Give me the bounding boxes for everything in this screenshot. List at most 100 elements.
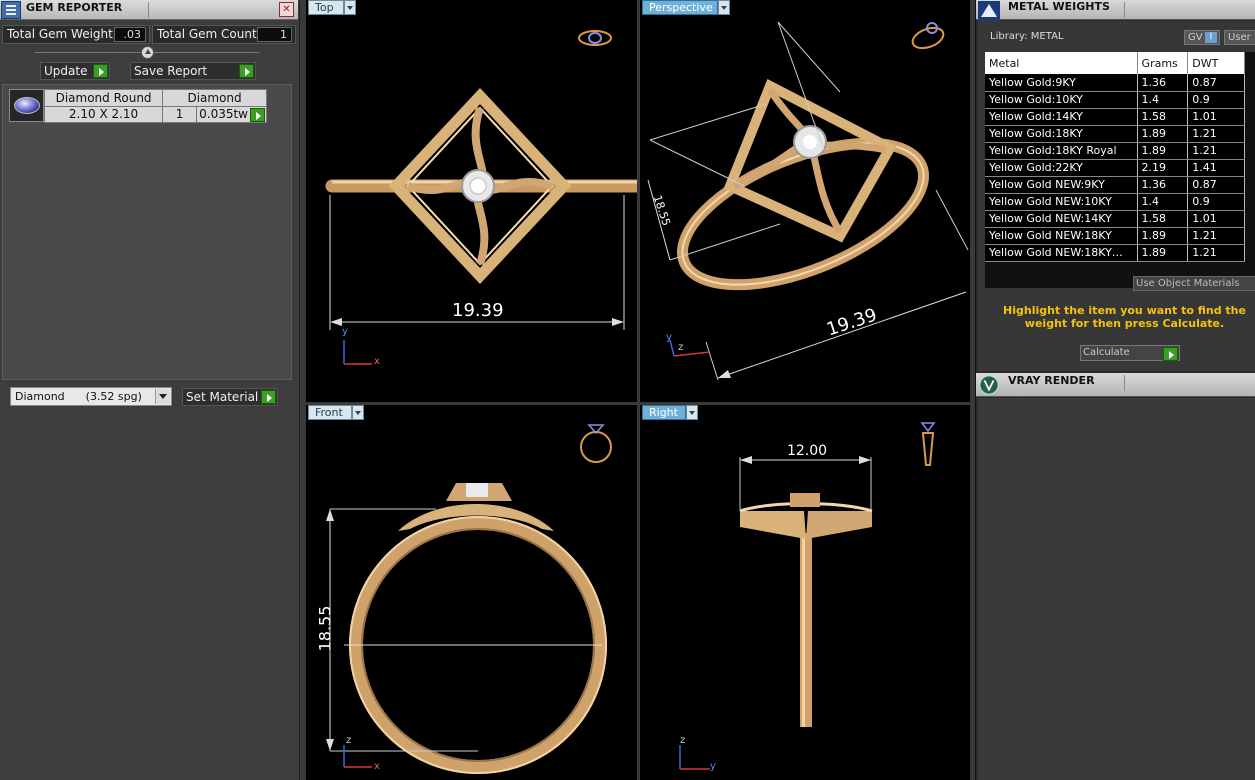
column-header-dwt[interactable]: DWT <box>1187 52 1245 74</box>
table-row[interactable]: Yellow Gold NEW:9KY 1.36 0.87 <box>985 176 1245 194</box>
header-divider <box>1124 375 1125 391</box>
perspective-view-render <box>647 21 969 381</box>
dwt-cell: 1.01 <box>1187 210 1245 228</box>
gv-toggle[interactable]: GV I <box>1184 30 1220 45</box>
dwt-cell: 1.01 <box>1187 108 1245 126</box>
vray-render-body <box>978 398 1255 780</box>
metal-cell: Yellow Gold:22KY <box>985 159 1138 177</box>
viewport-perspective[interactable]: Perspective 19.39 18.55 y z <box>640 0 970 402</box>
metal-table: Metal Grams DWT Yellow Gold:9KY 1.36 0.87 … <box>985 52 1255 288</box>
grams-cell: 1.89 <box>1137 125 1189 143</box>
column-header-grams[interactable]: Grams <box>1137 52 1189 74</box>
table-row[interactable]: Yellow Gold NEW:18KY 1.89 1.21 <box>985 227 1245 245</box>
viewport-top[interactable]: Top 19.39 y x <box>306 0 637 402</box>
chevron-down-icon[interactable] <box>686 405 698 420</box>
gem-thumbnail[interactable] <box>9 89 44 122</box>
total-gem-count-field[interactable]: 1 <box>257 27 292 42</box>
table-row[interactable]: Yellow Gold:18KY Royal 1.89 1.21 <box>985 142 1245 160</box>
update-label: Update <box>44 64 88 78</box>
axis-z-label: z <box>678 342 684 353</box>
library-label: Library: METAL <box>990 31 1064 42</box>
play-icon[interactable] <box>250 107 265 122</box>
grams-cell: 1.89 <box>1137 142 1189 160</box>
use-object-materials-toggle[interactable]: Use Object Materials <box>1133 276 1255 291</box>
dwt-cell: 1.21 <box>1187 244 1245 262</box>
axis-z-label: z <box>346 735 352 746</box>
dwt-cell: 0.87 <box>1187 74 1245 92</box>
right-view-render <box>679 422 936 770</box>
calculate-button[interactable]: Calculate <box>1080 345 1180 361</box>
table-row[interactable]: Yellow Gold:10KY 1.4 0.9 <box>985 91 1245 109</box>
tab-right[interactable]: Right <box>642 405 686 420</box>
gem-type-cell: Diamond <box>162 89 267 107</box>
save-report-button[interactable]: Save Report <box>130 62 256 80</box>
right-width-dimension: 12.00 <box>787 443 828 459</box>
table-row[interactable]: Yellow Gold NEW:14KY 1.58 1.01 <box>985 210 1245 228</box>
metal-weights-icon <box>978 1 1000 21</box>
play-icon[interactable] <box>93 64 108 78</box>
axis-z-label: z <box>680 735 686 746</box>
axis-y-label: y <box>342 326 348 337</box>
grams-cell: 2.19 <box>1137 159 1189 177</box>
grams-cell: 1.89 <box>1137 227 1189 245</box>
grams-cell: 1.4 <box>1137 91 1189 109</box>
metal-weights-body: Library: METAL GV I User Metal Grams DWT <box>978 21 1255 371</box>
table-row[interactable]: Yellow Gold NEW:10KY 1.4 0.9 <box>985 193 1245 211</box>
material-select-value: Diamond (3.52 spg) <box>15 390 142 403</box>
chevron-down-icon[interactable] <box>155 389 170 404</box>
metal-cell: Yellow Gold:10KY <box>985 91 1138 109</box>
top-width-dimension: 19.39 <box>452 300 504 321</box>
metal-cell: Yellow Gold NEW:9KY <box>985 176 1138 194</box>
table-row[interactable]: Diamond Round Diamond <box>43 89 267 107</box>
play-icon[interactable] <box>1163 347 1178 361</box>
axis-x-label: x <box>374 761 380 772</box>
set-material-button[interactable]: Set Material <box>182 388 278 406</box>
app-window: GEM REPORTER ✕ Total Gem Weight .03 Tota… <box>0 0 1255 780</box>
user-toggle[interactable]: User <box>1224 30 1255 45</box>
tab-front[interactable]: Front <box>308 405 352 420</box>
gem-reporter-header: GEM REPORTER ✕ <box>0 0 298 20</box>
play-icon[interactable] <box>239 64 254 78</box>
chevron-down-icon[interactable] <box>352 405 364 420</box>
table-row[interactable]: Yellow Gold:22KY 2.19 1.41 <box>985 159 1245 177</box>
total-gem-weight-field[interactable]: .03 <box>114 27 146 42</box>
front-height-dimension: 18.55 <box>315 605 335 652</box>
update-button[interactable]: Update <box>40 62 110 80</box>
gem-reporter-title: GEM REPORTER <box>26 1 123 14</box>
material-select[interactable]: Diamond (3.52 spg) <box>10 387 172 406</box>
metal-cell: Yellow Gold NEW:10KY <box>985 193 1138 211</box>
tab-perspective[interactable]: Perspective <box>642 0 718 15</box>
dwt-cell: 0.87 <box>1187 176 1245 194</box>
chevron-down-icon[interactable] <box>344 0 356 15</box>
table-row[interactable]: Yellow Gold:9KY 1.36 0.87 <box>985 74 1245 92</box>
table-row[interactable]: 2.10 X 2.10 1 0.035tw <box>43 105 267 123</box>
gem-weight-value: 0.035tw <box>199 107 248 122</box>
tab-top[interactable]: Top <box>308 0 344 15</box>
table-row[interactable]: Yellow Gold NEW:18KY… 1.89 1.21 <box>985 244 1245 262</box>
metal-cell: Yellow Gold NEW:18KY <box>985 227 1138 245</box>
column-header-metal[interactable]: Metal <box>985 52 1138 74</box>
chevron-down-icon[interactable] <box>718 0 730 15</box>
grams-cell: 1.58 <box>1137 210 1189 228</box>
table-row[interactable]: Yellow Gold:14KY 1.58 1.01 <box>985 108 1245 126</box>
save-report-label: Save Report <box>134 64 208 78</box>
metal-cell: Yellow Gold:18KY Royal <box>985 142 1138 160</box>
play-icon[interactable] <box>261 390 276 404</box>
dwt-cell: 0.9 <box>1187 193 1245 211</box>
grams-cell: 1.4 <box>1137 193 1189 211</box>
panel-slider-handle[interactable] <box>141 46 154 59</box>
metal-weights-title: METAL WEIGHTS <box>1008 0 1110 13</box>
axis-y-label: y <box>666 332 672 343</box>
metal-weights-header: METAL WEIGHTS <box>976 0 1255 21</box>
dwt-cell: 1.21 <box>1187 142 1245 160</box>
dwt-cell: 0.9 <box>1187 91 1245 109</box>
table-header-row: Metal Grams DWT <box>985 52 1245 74</box>
gem-weight-cell: 0.035tw <box>196 105 267 123</box>
dwt-cell: 1.41 <box>1187 159 1245 177</box>
metal-cell: Yellow Gold NEW:14KY <box>985 210 1138 228</box>
viewport-right[interactable]: Right 12.00 z y <box>640 405 970 780</box>
table-row[interactable]: Yellow Gold:18KY 1.89 1.21 <box>985 125 1245 143</box>
gem-size-cell: 2.10 X 2.10 <box>43 105 164 123</box>
viewport-front[interactable]: Front 18.55 z x <box>306 405 637 780</box>
close-icon[interactable]: ✕ <box>279 2 294 17</box>
